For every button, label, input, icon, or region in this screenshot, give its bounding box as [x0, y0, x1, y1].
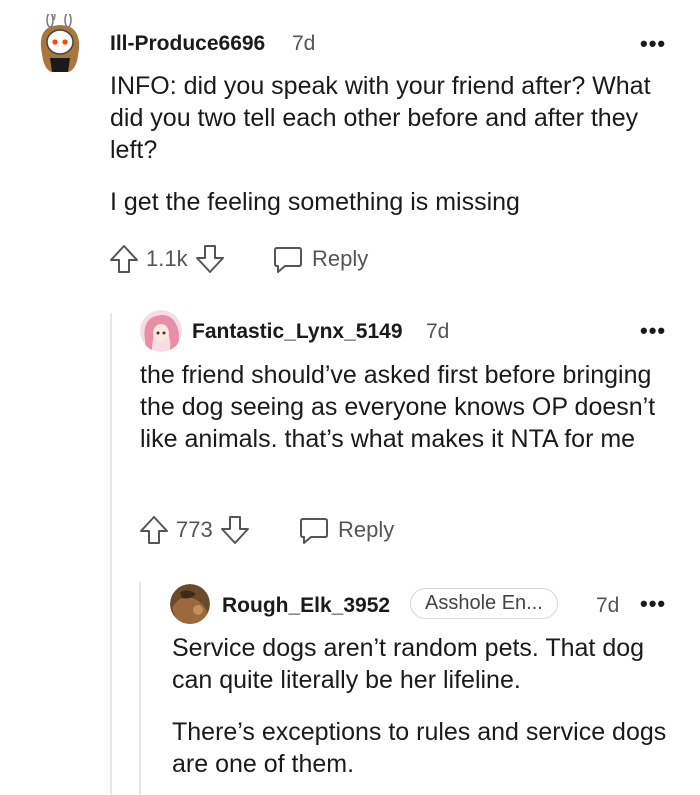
reply-button[interactable]: Reply [272, 243, 368, 275]
comment-timestamp: 7d [426, 320, 450, 343]
comment-body: Service dogs aren’t random pets. That do… [172, 632, 672, 780]
comment-paragraph: Service dogs aren’t random pets. That do… [172, 634, 645, 694]
comment-paragraph: INFO: did you speak with your friend aft… [110, 72, 651, 164]
reply-label: Reply [312, 246, 369, 271]
reply-label: Reply [338, 517, 395, 542]
comment-body: the friend should’ve asked first before … [140, 359, 670, 455]
more-options-icon[interactable]: ••• [640, 320, 666, 342]
comment-author[interactable]: Ill-Produce6696 [110, 32, 265, 56]
thread-line-level-1 [110, 313, 112, 795]
reply-button[interactable]: Reply [298, 514, 394, 546]
pink-hair-avatar-icon [140, 310, 182, 352]
speech-bubble-icon [300, 518, 328, 544]
vote-count: 1.1k [146, 246, 188, 271]
comment-author[interactable]: Fantastic_Lynx_5149 [192, 320, 403, 344]
avatar[interactable] [170, 584, 210, 624]
avatar[interactable] [140, 310, 182, 352]
comment-paragraph: I get the feeling something is missing [110, 188, 520, 216]
downvote-arrow-icon[interactable] [194, 243, 226, 275]
downvote-arrow-icon[interactable] [219, 514, 251, 546]
comment-paragraph: the friend should’ve asked first before … [140, 361, 656, 453]
comment-body: INFO: did you speak with your friend aft… [110, 70, 670, 218]
snoo-bunny-avatar-icon [40, 14, 80, 72]
brown-photo-avatar-icon [170, 584, 210, 624]
avatar[interactable] [38, 14, 82, 74]
comment-timestamp: 7d [596, 594, 620, 617]
speech-bubble-icon [274, 247, 302, 273]
vote-count: 773 [176, 517, 213, 542]
upvote-arrow-icon[interactable] [108, 243, 140, 275]
comment-timestamp: 7d [292, 32, 316, 55]
user-flair-badge: Asshole En... [410, 588, 558, 619]
vote-bar: 773 [138, 514, 251, 546]
thread-line-level-2 [139, 582, 141, 795]
comment-paragraph: There’s exceptions to rules and service … [172, 718, 667, 778]
more-options-icon[interactable]: ••• [640, 593, 666, 615]
more-options-icon[interactable]: ••• [640, 33, 666, 55]
vote-bar: 1.1k [108, 243, 226, 275]
upvote-arrow-icon[interactable] [138, 514, 170, 546]
comment-author[interactable]: Rough_Elk_3952 [222, 594, 390, 618]
